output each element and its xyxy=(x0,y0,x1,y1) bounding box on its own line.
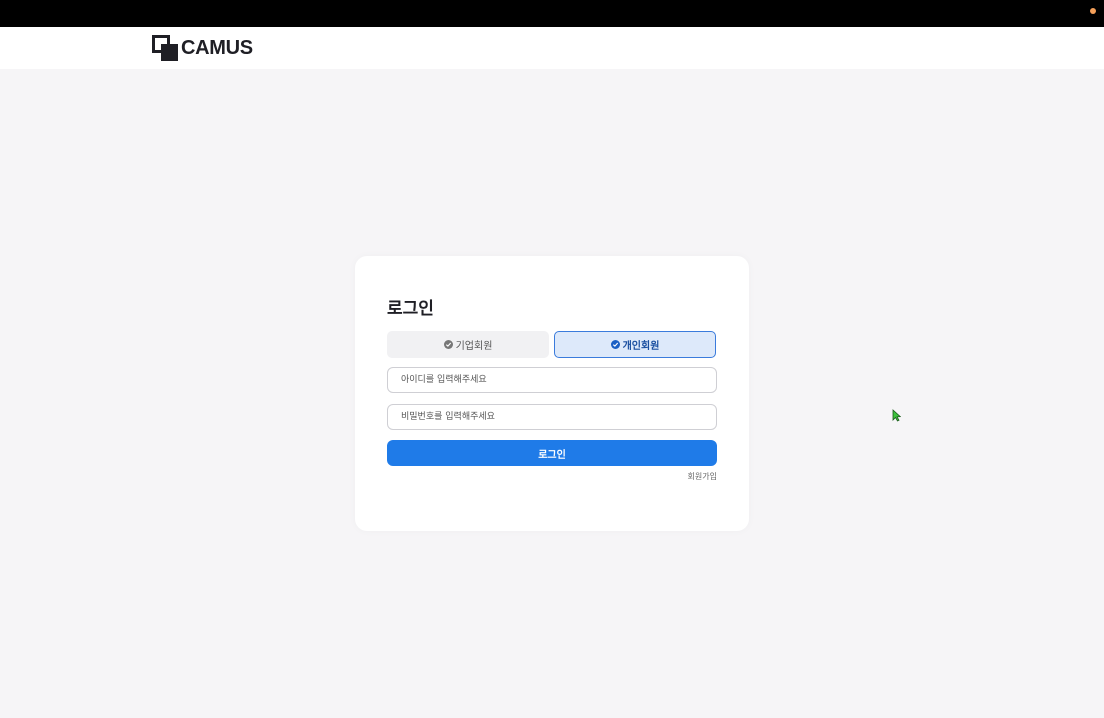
logo[interactable]: CAMUS xyxy=(152,35,253,61)
tab-personal-member[interactable]: 개인회원 xyxy=(554,331,716,358)
signup-link[interactable]: 회원가입 xyxy=(688,471,717,482)
page-title: 로그인 xyxy=(387,299,434,319)
check-circle-icon xyxy=(610,340,620,349)
logo-mark-icon xyxy=(152,35,178,61)
tab-corporate-member[interactable]: 기업회원 xyxy=(387,331,549,358)
id-input[interactable] xyxy=(387,367,717,393)
tab-label: 기업회원 xyxy=(455,341,493,352)
login-button[interactable]: 로그인 xyxy=(387,440,717,466)
site-header: CAMUS xyxy=(0,27,1104,69)
password-input[interactable] xyxy=(387,404,717,430)
system-top-bar xyxy=(0,0,1104,27)
tab-label: 개인회원 xyxy=(622,341,660,352)
login-card: 로그인 기업회원 개인회원 로그인 회원가입 xyxy=(355,256,749,531)
status-indicator-icon xyxy=(1090,8,1096,14)
mouse-cursor-icon xyxy=(892,409,901,422)
check-circle-icon xyxy=(443,340,453,349)
logo-text: CAMUS xyxy=(181,36,253,59)
